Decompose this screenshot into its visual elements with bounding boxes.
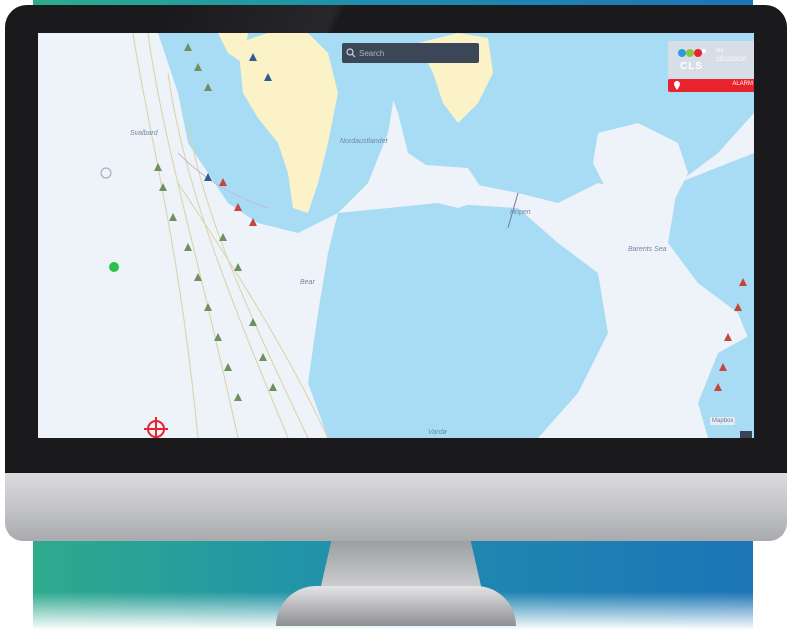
map-place-label: Bear — [300, 279, 315, 286]
search-bar[interactable]: Search — [342, 43, 479, 63]
location-pin-icon — [674, 81, 680, 90]
map-place-label: Vardø — [428, 429, 447, 436]
map-place-label: Nordaustlandet — [340, 138, 388, 145]
logo-small-label: cls 22/10/2020 — [716, 47, 746, 65]
alert-text: ALARM — [732, 81, 753, 87]
map-screen[interactable]: Svalbard Nordaustlandet Hopen Barents Se… — [38, 33, 754, 438]
map-attribution[interactable]: Mapbox — [710, 417, 736, 425]
logo-text: CLS — [680, 61, 703, 72]
logo-mark-icon — [678, 49, 706, 57]
monitor-chin — [5, 473, 787, 541]
logo-panel: CLS cls 22/10/2020 — [668, 41, 754, 79]
map-place-label: Svalbard — [130, 130, 158, 137]
search-icon — [346, 48, 356, 58]
map-canvas[interactable] — [38, 33, 754, 438]
map-corner-button[interactable] — [740, 431, 752, 438]
alert-bar[interactable]: ALARM — [668, 79, 754, 92]
logo-label-2: 22/10/2020 — [716, 57, 747, 63]
map-place-label: Barents Sea — [628, 246, 667, 253]
map-place-label: Hopen — [510, 209, 531, 216]
search-input[interactable]: Search — [359, 49, 384, 58]
logo-label-1: cls — [716, 48, 724, 54]
monitor-stand-base — [276, 586, 516, 626]
